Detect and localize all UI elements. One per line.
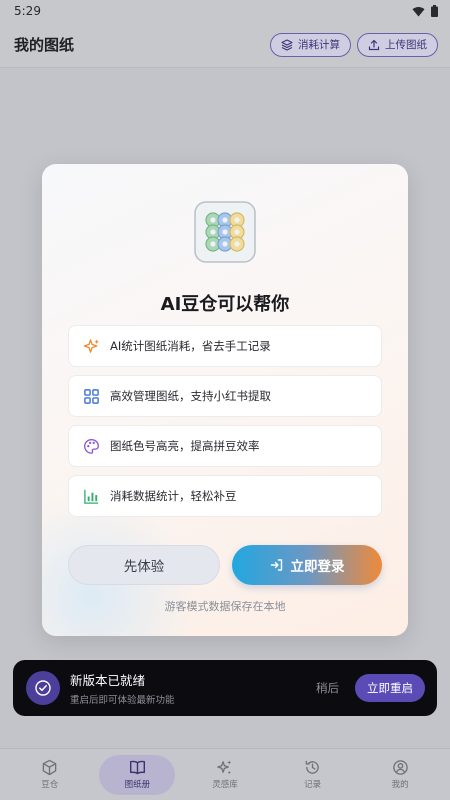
login-modal: AI豆仓可以帮你 AI统计图纸消耗，省去手工记录 高效管理图纸，支持小红书提取 … bbox=[42, 164, 408, 636]
restart-now-button[interactable]: 立即重启 bbox=[355, 674, 425, 702]
bar-chart-icon bbox=[83, 489, 98, 504]
wifi-icon bbox=[412, 6, 425, 16]
grid-icon bbox=[83, 388, 99, 404]
status-bar: 5:29 bbox=[0, 0, 450, 22]
nav-label: 图纸册 bbox=[124, 780, 151, 790]
feature-ai-consumption: AI统计图纸消耗，省去手工记录 bbox=[68, 325, 382, 367]
book-icon bbox=[129, 760, 145, 775]
layers-icon bbox=[281, 38, 293, 51]
nav-item-records[interactable]: 记录 bbox=[275, 755, 351, 795]
check-circle-icon bbox=[26, 671, 60, 705]
nav-label: 豆仓 bbox=[41, 780, 59, 790]
upload-drawing-button[interactable]: 上传图纸 bbox=[357, 32, 438, 57]
feature-label: 图纸色号高亮，提高拼豆效率 bbox=[110, 439, 260, 453]
status-time: 5:29 bbox=[14, 4, 41, 18]
history-icon bbox=[305, 760, 319, 774]
app-logo-icon bbox=[194, 201, 256, 263]
login-icon bbox=[270, 559, 282, 571]
try-first-button[interactable]: 先体验 bbox=[68, 545, 220, 585]
palette-icon bbox=[83, 438, 99, 454]
update-toast: 新版本已就绪 重启后即可体验最新功能 稍后 立即重启 bbox=[13, 660, 437, 716]
consumption-calc-label: 消耗计算 bbox=[298, 39, 340, 51]
top-actions: 消耗计算 上传图纸 bbox=[270, 32, 438, 57]
sparkle-icon bbox=[83, 338, 99, 353]
consumption-calc-button[interactable]: 消耗计算 bbox=[270, 32, 351, 57]
sparkles-icon bbox=[217, 760, 232, 775]
modal-title: AI豆仓可以帮你 bbox=[160, 294, 290, 315]
page-title: 我的图纸 bbox=[14, 36, 75, 54]
later-button[interactable]: 稍后 bbox=[316, 680, 339, 696]
profile-icon bbox=[392, 760, 408, 775]
nav-item-bean-storage[interactable]: 豆仓 bbox=[12, 755, 88, 795]
app-bar: 我的图纸 消耗计算 上传图纸 bbox=[0, 22, 450, 68]
feature-label: 消耗数据统计，轻松补豆 bbox=[110, 489, 237, 503]
toast-title: 新版本已就绪 bbox=[70, 673, 146, 688]
guest-mode-note: 游客模式数据保存在本地 bbox=[164, 600, 286, 613]
upload-drawing-label: 上传图纸 bbox=[385, 39, 427, 51]
nav-label: 灵感库 bbox=[212, 780, 238, 790]
cube-icon bbox=[42, 759, 57, 776]
toast-subtitle: 重启后即可体验最新功能 bbox=[70, 695, 175, 706]
nav-item-profile[interactable]: 我的 bbox=[362, 755, 438, 795]
battery-icon bbox=[431, 5, 438, 17]
login-button[interactable]: 立即登录 bbox=[232, 545, 382, 585]
feature-label: 高效管理图纸，支持小红书提取 bbox=[110, 389, 271, 403]
nav-label: 我的 bbox=[391, 780, 409, 790]
feature-consumption-stats: 消耗数据统计，轻松补豆 bbox=[68, 475, 382, 517]
feature-manage-drawings: 高效管理图纸，支持小红书提取 bbox=[68, 375, 382, 417]
feature-label: AI统计图纸消耗，省去手工记录 bbox=[110, 339, 271, 353]
bottom-nav: 豆仓 图纸册 灵感库 记录 我的 bbox=[0, 748, 450, 800]
nav-item-drawing-book[interactable]: 图纸册 bbox=[99, 754, 176, 795]
upload-icon bbox=[368, 39, 380, 50]
nav-item-inspiration[interactable]: 灵感库 bbox=[187, 755, 263, 795]
feature-color-highlight: 图纸色号高亮，提高拼豆效率 bbox=[68, 425, 382, 467]
nav-label: 记录 bbox=[304, 780, 322, 790]
login-button-label: 立即登录 bbox=[290, 559, 345, 575]
